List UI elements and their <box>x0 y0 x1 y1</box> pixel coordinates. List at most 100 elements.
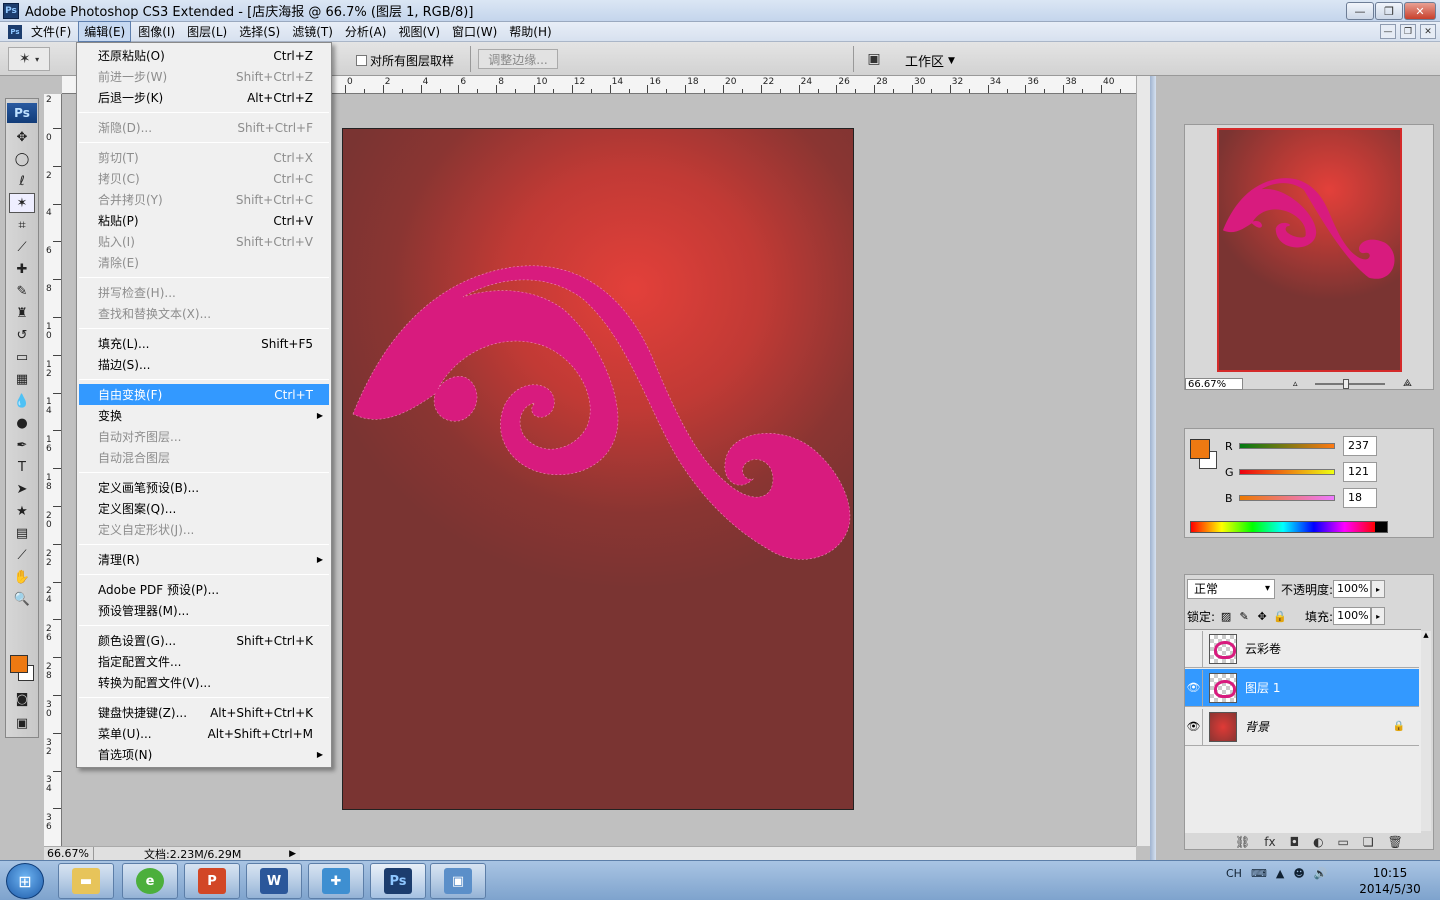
fill-field[interactable]: 100% <box>1333 607 1372 625</box>
eraser-tool-icon[interactable]: ▭ <box>9 347 35 367</box>
bridge-icon[interactable]: ▣ <box>862 50 886 68</box>
layer-name[interactable]: 图层 1 <box>1245 679 1280 696</box>
eyedropper-tool-icon[interactable]: ⟋ <box>9 545 35 565</box>
doc-restore-button[interactable]: ❐ <box>1400 24 1416 39</box>
pen-tool-icon[interactable]: ✒ <box>9 435 35 455</box>
marquee-tool-icon[interactable]: ◯ <box>9 149 35 169</box>
menu-file[interactable]: 文件(F) <box>26 22 76 41</box>
gradient-tool-icon[interactable]: ▦ <box>9 369 35 389</box>
quick-mask-icon[interactable]: ◙ <box>9 689 35 709</box>
adjustment-layer-icon[interactable]: ◐ <box>1313 835 1323 849</box>
taskbar-explorer[interactable]: ▬ <box>58 863 114 899</box>
edit-menu-item[interactable]: 自由变换(F) Ctrl+T <box>79 384 329 405</box>
menu-filter[interactable]: 滤镜(T) <box>287 22 338 41</box>
magic-wand-tool-icon[interactable]: ✶ <box>9 193 35 213</box>
new-layer-icon[interactable]: ❏ <box>1363 835 1374 849</box>
doc-minimize-button[interactable]: — <box>1380 24 1396 39</box>
foreground-color-swatch[interactable] <box>10 655 28 673</box>
color-foreground-swatch[interactable] <box>1190 439 1210 459</box>
edit-menu-item[interactable]: 颜色设置(G)... Shift+Ctrl+K <box>79 630 329 651</box>
layer-mask-icon[interactable]: ◘ <box>1290 835 1300 849</box>
blur-tool-icon[interactable]: 💧 <box>9 391 35 411</box>
menu-view[interactable]: 视图(V) <box>393 22 445 41</box>
eye-icon[interactable]: 👁 <box>1185 669 1203 706</box>
eye-icon[interactable]: 👁 <box>1185 708 1203 745</box>
color-spectrum-ramp[interactable] <box>1190 521 1388 533</box>
fill-arrow-icon[interactable]: ▸ <box>1371 607 1386 625</box>
red-channel-value[interactable]: 237 <box>1343 436 1377 456</box>
menu-select[interactable]: 选择(S) <box>234 22 285 41</box>
layer-row[interactable]: 👁 图层 1 <box>1185 669 1419 707</box>
lock-transparent-icon[interactable]: ▨ <box>1219 609 1233 623</box>
menu-edit[interactable]: 编辑(E) <box>78 21 132 42</box>
healing-brush-icon[interactable]: ✚ <box>9 259 35 279</box>
screen-mode-icon[interactable]: ▣ <box>9 713 35 733</box>
menu-help[interactable]: 帮助(H) <box>504 22 556 41</box>
shape-tool-icon[interactable]: ★ <box>9 501 35 521</box>
edit-menu-item[interactable]: Adobe PDF 预设(P)... <box>79 579 329 600</box>
start-button[interactable]: ⊞ <box>6 863 44 899</box>
blue-channel-slider[interactable] <box>1239 495 1335 501</box>
hand-tool-icon[interactable]: ✋ <box>9 567 35 587</box>
edit-menu-item[interactable]: 指定配置文件... <box>79 651 329 672</box>
opacity-arrow-icon[interactable]: ▸ <box>1371 580 1386 598</box>
edit-menu-item[interactable]: 清理(R) ▶ <box>79 549 329 570</box>
restore-button[interactable]: ❐ <box>1375 2 1403 20</box>
edit-menu-item[interactable]: 后退一步(K) Alt+Ctrl+Z <box>79 87 329 108</box>
lasso-tool-icon[interactable]: ℓ <box>9 171 35 191</box>
horizontal-scrollbar[interactable] <box>300 846 1136 860</box>
opacity-field[interactable]: 100% <box>1333 580 1372 598</box>
lock-all-icon[interactable]: 🔒 <box>1273 609 1287 623</box>
blue-channel-value[interactable]: 18 <box>1343 488 1377 508</box>
lock-position-icon[interactable]: ✥ <box>1255 609 1269 623</box>
navigator-zoom-field[interactable]: 66.67% <box>1185 377 1243 390</box>
document-icon[interactable]: Ps <box>8 24 22 39</box>
taskbar-browser[interactable]: e <box>122 863 178 899</box>
red-channel-slider[interactable] <box>1239 443 1335 449</box>
taskbar-powerpoint[interactable]: P <box>184 863 240 899</box>
layer-row[interactable]: 👁 背景 🔒 <box>1185 708 1419 746</box>
edit-menu-item[interactable]: 键盘快捷键(Z)... Alt+Shift+Ctrl+K <box>79 702 329 723</box>
zoom-level[interactable]: 66.67% <box>44 847 94 860</box>
edit-menu-item[interactable]: 首选项(N) ▶ <box>79 744 329 765</box>
navigator-zoom-slider[interactable] <box>1315 383 1385 385</box>
path-select-icon[interactable]: ➤ <box>9 479 35 499</box>
edit-menu-item[interactable]: 粘贴(P) Ctrl+V <box>79 210 329 231</box>
taskbar-image-viewer[interactable]: ▣ <box>430 863 486 899</box>
stamp-tool-icon[interactable]: ♜ <box>9 303 35 323</box>
tray-expand-icon[interactable]: ▲ <box>1276 867 1284 880</box>
notes-tool-icon[interactable]: ▤ <box>9 523 35 543</box>
menu-image[interactable]: 图像(I) <box>133 22 180 41</box>
layer-style-icon[interactable]: fx <box>1264 835 1275 849</box>
status-menu-arrow-icon[interactable]: ▶ <box>289 849 296 859</box>
navigator-slider-knob[interactable] <box>1343 379 1349 389</box>
link-layers-icon[interactable]: ⛓ <box>1235 835 1250 849</box>
clock[interactable]: 10:15 2014/5/30 <box>1352 865 1428 897</box>
visibility-toggle-off[interactable] <box>1185 630 1203 667</box>
lock-pixels-icon[interactable]: ✎ <box>1237 609 1251 623</box>
edit-menu-item[interactable]: 预设管理器(M)... <box>79 600 329 621</box>
taskbar-word[interactable]: W <box>246 863 302 899</box>
edit-menu-item[interactable]: 变换 ▶ <box>79 405 329 426</box>
workspace-menu[interactable]: 工作区 ▼ <box>905 51 955 70</box>
checkbox-box[interactable] <box>356 55 367 66</box>
crop-tool-icon[interactable]: ⌗ <box>9 215 35 235</box>
new-group-icon[interactable]: ▭ <box>1338 835 1349 849</box>
edit-menu-item[interactable]: 描边(S)... <box>79 354 329 375</box>
brush-tool-icon[interactable]: ✎ <box>9 281 35 301</box>
green-channel-value[interactable]: 121 <box>1343 462 1377 482</box>
layers-scrollbar[interactable]: ▲ <box>1421 631 1431 831</box>
menu-layer[interactable]: 图层(L) <box>182 22 232 41</box>
zoom-out-icon[interactable]: ▵ <box>1293 379 1298 389</box>
menu-window[interactable]: 窗口(W) <box>447 22 502 41</box>
app-icon[interactable]: Ps <box>3 2 19 19</box>
edit-menu-item[interactable]: 菜单(U)... Alt+Shift+Ctrl+M <box>79 723 329 744</box>
dodge-tool-icon[interactable]: ● <box>9 413 35 433</box>
edit-menu-item[interactable]: 还原粘贴(O) Ctrl+Z <box>79 45 329 66</box>
taskbar-toolbox[interactable]: ✚ <box>308 863 364 899</box>
minimize-button[interactable]: — <box>1346 2 1374 20</box>
slice-tool-icon[interactable]: ⟋ <box>9 237 35 257</box>
navigator-thumbnail[interactable] <box>1217 128 1402 372</box>
taskbar-photoshop[interactable]: Ps <box>370 863 426 899</box>
history-brush-icon[interactable]: ↺ <box>9 325 35 345</box>
